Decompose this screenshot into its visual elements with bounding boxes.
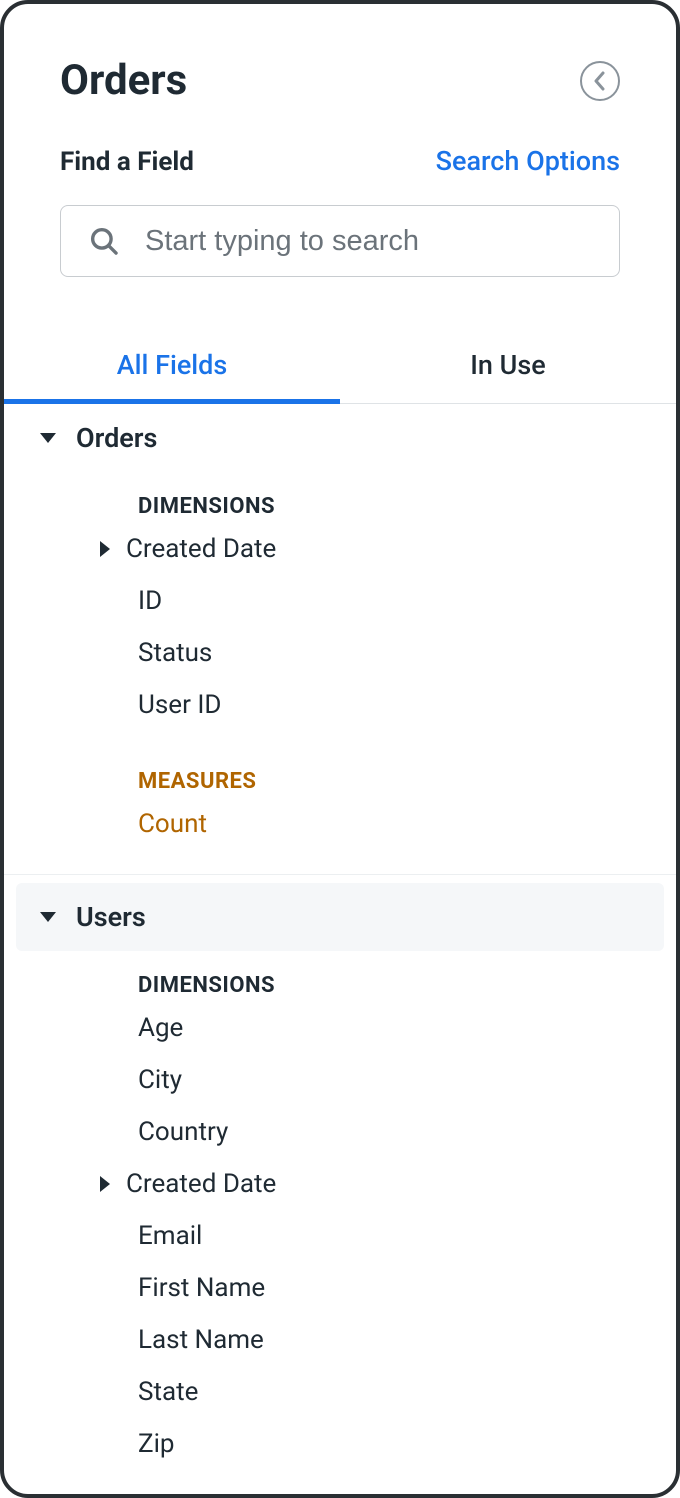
field-orders-status[interactable]: Status [4, 627, 676, 679]
field-users-first-name[interactable]: First Name [4, 1262, 676, 1314]
field-users-last-name[interactable]: Last Name [4, 1314, 676, 1366]
field-label: Age [138, 1013, 183, 1043]
field-users-country[interactable]: Country [4, 1106, 676, 1158]
field-label: State [138, 1377, 198, 1407]
field-orders-created-date[interactable]: Created Date [4, 523, 676, 575]
field-label: Created Date [126, 534, 276, 564]
field-users-age[interactable]: Age [4, 1002, 676, 1054]
caret-down-icon [40, 433, 56, 443]
field-label: ID [138, 586, 162, 616]
field-orders-id[interactable]: ID [4, 575, 676, 627]
divider [4, 874, 676, 875]
search-box[interactable] [60, 205, 620, 277]
view-name: Orders [76, 422, 157, 454]
field-orders-count[interactable]: Count [4, 798, 676, 850]
chevron-left-icon [592, 71, 608, 91]
search-input[interactable] [145, 225, 593, 258]
view-header-users[interactable]: Users [16, 883, 664, 951]
field-orders-user-id[interactable]: User ID [4, 679, 676, 731]
page-title: Orders [60, 56, 187, 105]
caret-right-icon [100, 1176, 110, 1192]
field-label: City [138, 1065, 182, 1095]
field-label: Status [138, 638, 212, 668]
tab-in-use[interactable]: In Use [340, 331, 676, 403]
measures-label: MEASURES [4, 1494, 676, 1498]
tab-all-fields[interactable]: All Fields [4, 331, 340, 403]
field-users-created-date[interactable]: Created Date [4, 1158, 676, 1210]
dimensions-label: DIMENSIONS [4, 959, 676, 1002]
find-field-label: Find a Field [60, 147, 194, 177]
collapse-panel-button[interactable] [580, 61, 620, 101]
field-users-zip[interactable]: Zip [4, 1418, 676, 1470]
field-label: Created Date [126, 1169, 276, 1199]
search-options-link[interactable]: Search Options [436, 145, 620, 177]
tabs: All Fields In Use [4, 331, 676, 404]
search-icon [87, 224, 121, 258]
field-label: Zip [138, 1429, 175, 1459]
field-users-city[interactable]: City [4, 1054, 676, 1106]
field-users-email[interactable]: Email [4, 1210, 676, 1262]
field-label: Country [138, 1117, 228, 1147]
view-name: Users [76, 901, 146, 933]
caret-down-icon [40, 912, 56, 922]
dimensions-label: DIMENSIONS [4, 480, 676, 523]
field-users-state[interactable]: State [4, 1366, 676, 1418]
field-label: Last Name [138, 1325, 264, 1355]
field-label: User ID [138, 690, 221, 720]
field-label: First Name [138, 1273, 265, 1303]
field-label: Email [138, 1221, 202, 1251]
field-label: Count [138, 809, 207, 839]
view-header-orders[interactable]: Orders [4, 404, 676, 472]
caret-right-icon [100, 541, 110, 557]
measures-label: MEASURES [4, 755, 676, 798]
